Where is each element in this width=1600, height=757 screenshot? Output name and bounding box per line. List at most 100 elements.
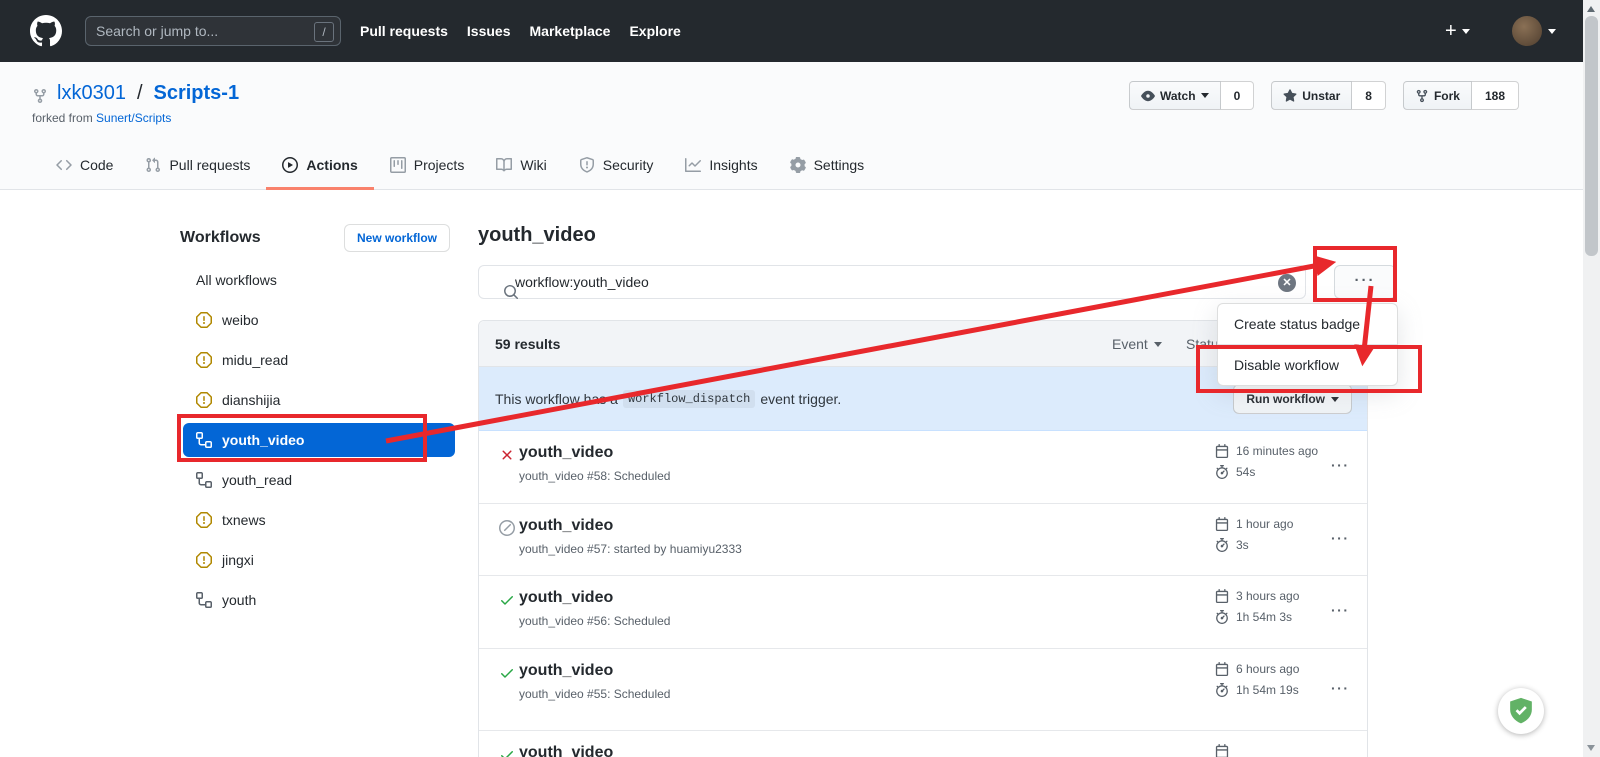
workflow-runs-search-input[interactable] [515, 266, 1255, 298]
warning-octagon-icon [196, 312, 212, 328]
plus-icon: + [1445, 21, 1457, 41]
menu-item-disable-workflow[interactable]: Disable workflow [1218, 344, 1397, 385]
banner-text: event trigger. [760, 391, 841, 407]
sidebar-item-weibo[interactable]: weibo [183, 300, 455, 340]
fork-label: Fork [1434, 89, 1460, 103]
chevron-down-icon [1462, 29, 1470, 34]
banner-text: This workflow has a [495, 391, 618, 407]
cancelled-status-icon [499, 520, 515, 536]
run-options-button[interactable]: ··· [1331, 457, 1350, 473]
scroll-up-arrow-icon[interactable] [1587, 6, 1595, 12]
run-options-button[interactable]: ··· [1331, 530, 1350, 546]
create-new-button[interactable]: + [1445, 0, 1470, 62]
workflow-icon [196, 592, 212, 608]
run-workflow-button[interactable]: Run workflow [1233, 384, 1352, 414]
user-menu[interactable] [1512, 0, 1556, 62]
workflow-icon [196, 472, 212, 488]
top-nav-item-marketplace[interactable]: Marketplace [530, 23, 611, 39]
clear-search-icon[interactable]: ✕ [1278, 274, 1296, 292]
run-duration: 3s [1215, 538, 1293, 552]
scrollbar-thumb[interactable] [1585, 16, 1598, 256]
top-nav-item-pull-requests[interactable]: Pull requests [360, 23, 448, 39]
chevron-down-icon [1331, 397, 1339, 402]
run-row: youth_videoyouth_video #58: Scheduled16 … [479, 431, 1367, 504]
run-time: 6 hours ago [1215, 662, 1299, 676]
run-options-button[interactable]: ··· [1331, 602, 1350, 618]
run-options-button[interactable]: ··· [1331, 680, 1350, 696]
sidebar-item-dianshijia[interactable]: dianshijia [183, 380, 455, 420]
global-search: / [85, 16, 341, 46]
tab-actions[interactable]: Actions [266, 142, 373, 190]
run-row: youth_videoyouth_video #55: Scheduled6 h… [479, 649, 1367, 731]
pr-icon [145, 157, 161, 173]
tab-insights[interactable]: Insights [669, 142, 773, 190]
workflow-runs-search: ✕ [478, 265, 1306, 299]
repo-tabs: Code Pull requests ActionsProjectsWikiSecu… [40, 142, 880, 190]
tab-label: Pull requests [169, 157, 250, 173]
scrollbar[interactable] [1583, 0, 1600, 757]
results-count: 59 results [495, 321, 560, 367]
tab-label: Settings [814, 157, 865, 173]
sidebar-item-youth_read[interactable]: youth_read [183, 460, 455, 500]
global-search-input[interactable] [96, 17, 306, 45]
warning-octagon-icon [196, 392, 212, 408]
github-actions-page: / Pull requestsIssuesMarketplaceExplore … [0, 0, 1600, 757]
stopwatch-icon [1215, 683, 1229, 697]
run-workflow-label: Run workflow [1246, 392, 1325, 406]
sidebar-item-midu_read[interactable]: midu_read [183, 340, 455, 380]
success-status-icon [499, 665, 515, 681]
stopwatch-icon [1215, 465, 1229, 479]
run-title-link[interactable]: youth_video [519, 744, 1367, 757]
run-duration: 1h 54m 3s [1215, 610, 1299, 624]
star-icon [1283, 89, 1297, 103]
repo-action-buttons: Watch 0 Unstar8 Fork 188 [1129, 81, 1519, 110]
stopwatch-icon [1215, 610, 1229, 624]
top-nav-item-issues[interactable]: Issues [467, 23, 511, 39]
sidebar-item-jingxi[interactable]: jingxi [183, 540, 455, 580]
tab-pull-requests[interactable]: Pull requests [129, 142, 266, 190]
event-filter-dropdown[interactable]: Event [1112, 321, 1162, 367]
repo-owner-link[interactable]: lxk0301 [57, 82, 126, 105]
workflow-options-button[interactable]: ··· [1334, 265, 1396, 299]
tab-settings[interactable]: Settings [774, 142, 881, 190]
workflow-icon [196, 432, 212, 448]
calendar-icon [1215, 517, 1229, 531]
adblock-shield-badge[interactable] [1498, 688, 1544, 734]
tab-code[interactable]: Code [40, 142, 129, 190]
menu-item-create-status-badge[interactable]: Create status badge [1218, 304, 1397, 344]
tab-projects[interactable]: Projects [374, 142, 481, 190]
watch-count[interactable]: 0 [1221, 81, 1255, 110]
fork-count[interactable]: 188 [1472, 81, 1519, 110]
forked-from-link[interactable]: Sunert/Scripts [96, 111, 171, 125]
scroll-down-arrow-icon[interactable] [1587, 745, 1595, 751]
watch-button[interactable]: Watch [1129, 81, 1221, 110]
tab-wiki[interactable]: Wiki [480, 142, 562, 190]
repo-action-unstar: Unstar8 [1271, 81, 1386, 110]
shield-icon [579, 157, 595, 173]
github-logo-icon[interactable] [30, 15, 62, 47]
gear-icon [790, 157, 806, 173]
unstar-button[interactable]: Unstar [1271, 81, 1352, 110]
sidebar-item-youth[interactable]: youth [183, 580, 455, 620]
run-time-label: 1 hour ago [1236, 517, 1293, 531]
sidebar-item-youth_video[interactable]: youth_video [183, 423, 455, 457]
sidebar-item-all-workflows[interactable]: All workflows [183, 260, 455, 300]
fork-button[interactable]: Fork [1403, 81, 1472, 110]
new-workflow-button[interactable]: New workflow [344, 224, 450, 252]
tab-security[interactable]: Security [563, 142, 670, 190]
top-nav-item-explore[interactable]: Explore [629, 23, 680, 39]
unstar-count[interactable]: 8 [1352, 81, 1386, 110]
run-time: 1 hour ago [1215, 517, 1293, 531]
run-time: 16 minutes ago [1215, 444, 1318, 458]
run-time [1215, 744, 1236, 757]
tab-label: Code [80, 157, 113, 173]
workflow-label: dianshijia [222, 392, 280, 408]
sidebar-item-txnews[interactable]: txnews [183, 500, 455, 540]
repo-name-link[interactable]: Scripts-1 [154, 82, 240, 105]
watch-label: Watch [1160, 89, 1196, 103]
run-time-label: 6 hours ago [1236, 662, 1299, 676]
workflow-label: youth_read [222, 472, 292, 488]
slash-key-hint: / [314, 22, 334, 42]
run-duration-label: 1h 54m 3s [1236, 610, 1292, 624]
calendar-icon [1215, 589, 1229, 603]
